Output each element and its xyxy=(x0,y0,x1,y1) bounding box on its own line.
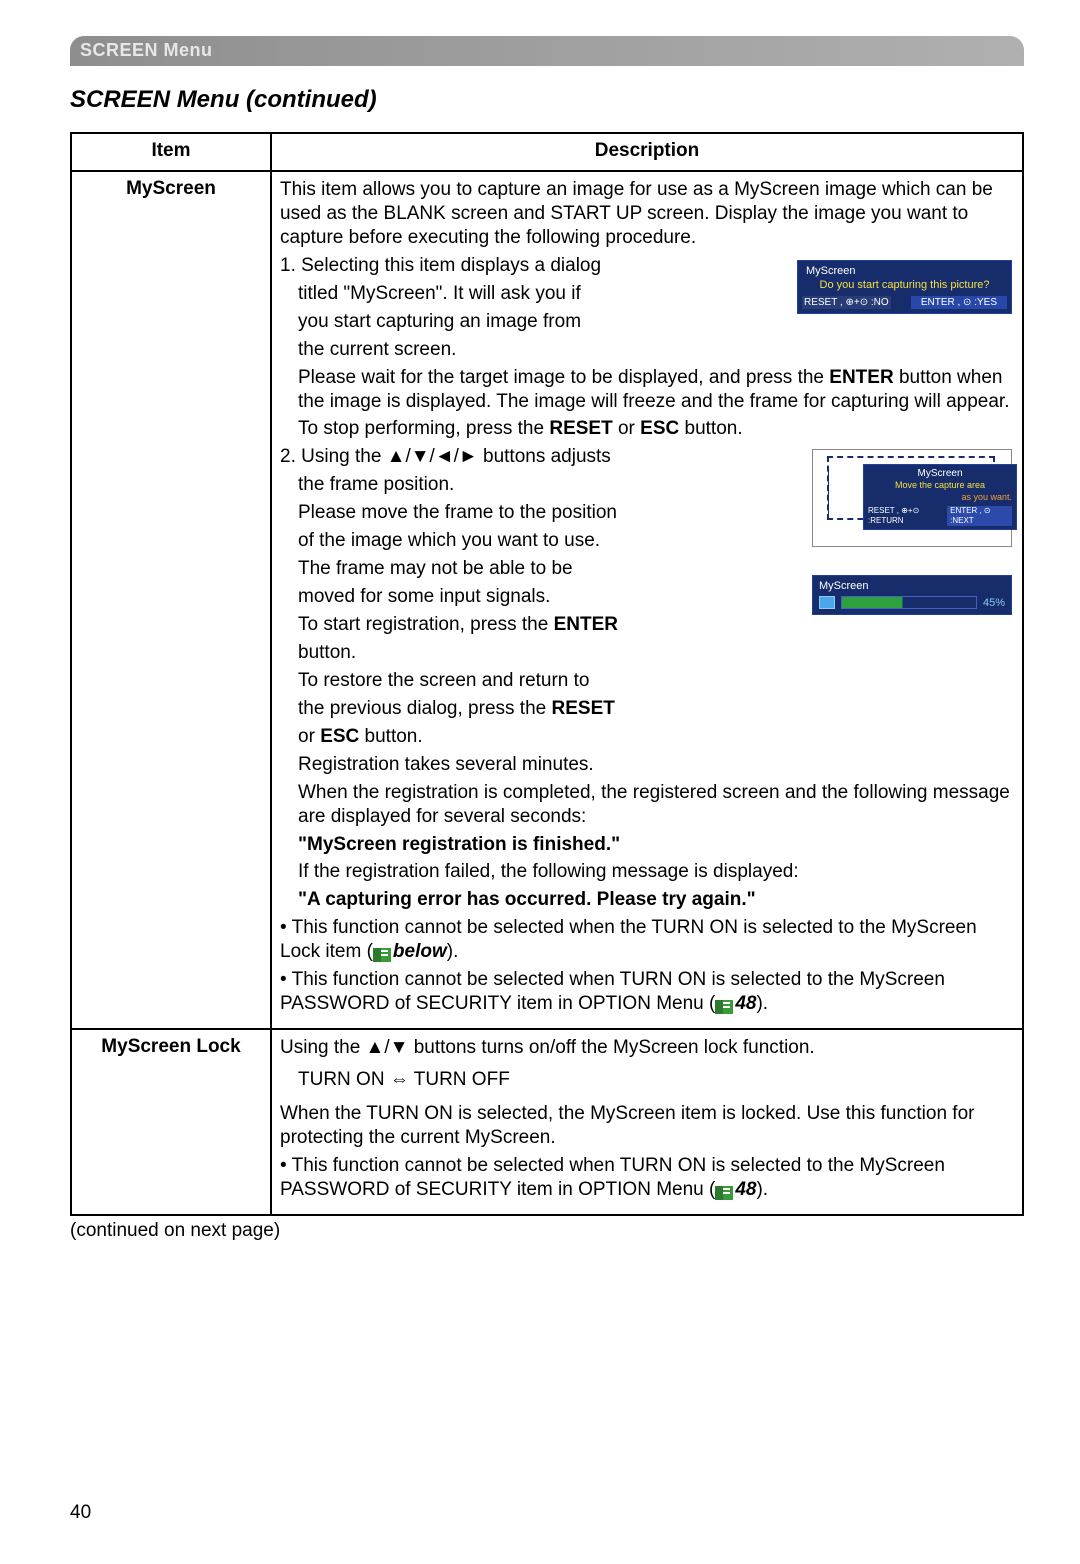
osd-return-option: RESET , ⊕+⊙ :RETURN xyxy=(868,506,947,527)
step-2-line: or ESC button. xyxy=(280,725,1014,749)
bullet-note: • This function cannot be selected when … xyxy=(280,968,1014,1016)
book-icon xyxy=(715,1186,733,1200)
osd-yes-option: ENTER , ⊙ :YES xyxy=(911,296,1007,309)
desc-text: Using the ▲/▼ buttons turns on/off the M… xyxy=(280,1036,1014,1060)
book-icon xyxy=(373,948,391,962)
osd-title: MyScreen xyxy=(802,264,1007,278)
thumbnail-icon xyxy=(819,596,835,609)
description-myscreen: This item allows you to capture an image… xyxy=(271,171,1023,1029)
step-1-line: the current screen. xyxy=(280,338,1014,362)
book-icon xyxy=(715,1000,733,1014)
osd-title: MyScreen xyxy=(819,579,1005,593)
osd-next-option: ENTER , ⊙ :NEXT xyxy=(947,506,1012,527)
osd-right-column: MyScreen Move the capture area as you wa… xyxy=(812,449,1012,615)
desc-text: When the TURN ON is selected, the MyScre… xyxy=(280,1102,1014,1150)
section-title: SCREEN Menu (continued) xyxy=(70,86,1024,114)
step-2-line: the previous dialog, press the RESET xyxy=(280,697,1014,721)
bullet-note: • This function cannot be selected when … xyxy=(280,916,1014,964)
bullet-note: • This function cannot be selected when … xyxy=(280,1154,1014,1202)
result-text: When the registration is completed, the … xyxy=(280,781,1014,829)
header-description: Description xyxy=(271,133,1023,171)
breadcrumb-text: SCREEN Menu xyxy=(80,40,213,60)
osd-no-option: RESET , ⊕+⊙ :NO xyxy=(802,296,891,309)
step-2-line: Registration takes several minutes. xyxy=(280,753,1014,777)
page: SCREEN Menu SCREEN Menu (continued) Item… xyxy=(0,0,1080,1564)
toggle-text: TURN ON ⇔ TURN OFF xyxy=(280,1068,1014,1092)
osd-dialog-start-capture: MyScreen Do you start capturing this pic… xyxy=(797,260,1012,315)
step-2-line: To restore the screen and return to xyxy=(280,669,1014,693)
menu-table: Item Description MyScreen This item allo… xyxy=(70,132,1024,1216)
table-header-row: Item Description xyxy=(71,133,1023,171)
table-row: MyScreen This item allows you to capture… xyxy=(71,171,1023,1029)
step-2-line: To start registration, press the ENTER xyxy=(280,613,1014,637)
osd-line: as you want. xyxy=(868,492,1012,504)
osd-dialog-move-area: MyScreen Move the capture area as you wa… xyxy=(863,464,1017,530)
header-item: Item xyxy=(71,133,271,171)
osd-dialog-progress: MyScreen 45% xyxy=(812,575,1012,615)
step-2-line: button. xyxy=(280,641,1014,665)
desc-text: This item allows you to capture an image… xyxy=(280,178,1014,250)
result-message-error: "A capturing error has occurred. Please … xyxy=(280,888,1014,912)
description-myscreen-lock: Using the ▲/▼ buttons turns on/off the M… xyxy=(271,1029,1023,1215)
capture-frame-illustration: MyScreen Move the capture area as you wa… xyxy=(812,449,1012,547)
osd-title: MyScreen xyxy=(868,467,1012,480)
step-1-line: Please wait for the target image to be d… xyxy=(280,366,1014,414)
breadcrumb-bar: SCREEN Menu xyxy=(70,36,1024,66)
step-1-line: To stop performing, press the RESET or E… xyxy=(280,417,1014,441)
progress-percent: 45% xyxy=(983,596,1005,610)
osd-line: Move the capture area xyxy=(868,480,1012,492)
progress-bar-icon xyxy=(841,596,977,609)
result-message-success: "MyScreen registration is finished." xyxy=(280,833,1014,857)
page-number: 40 xyxy=(70,1502,1024,1524)
result-text: If the registration failed, the followin… xyxy=(280,860,1014,884)
item-name-myscreen: MyScreen xyxy=(71,171,271,1029)
item-name-myscreen-lock: MyScreen Lock xyxy=(71,1029,271,1215)
table-row: MyScreen Lock Using the ▲/▼ buttons turn… xyxy=(71,1029,1023,1215)
osd-question: Do you start capturing this picture? xyxy=(802,278,1007,292)
continued-text: (continued on next page) xyxy=(70,1220,1024,1242)
